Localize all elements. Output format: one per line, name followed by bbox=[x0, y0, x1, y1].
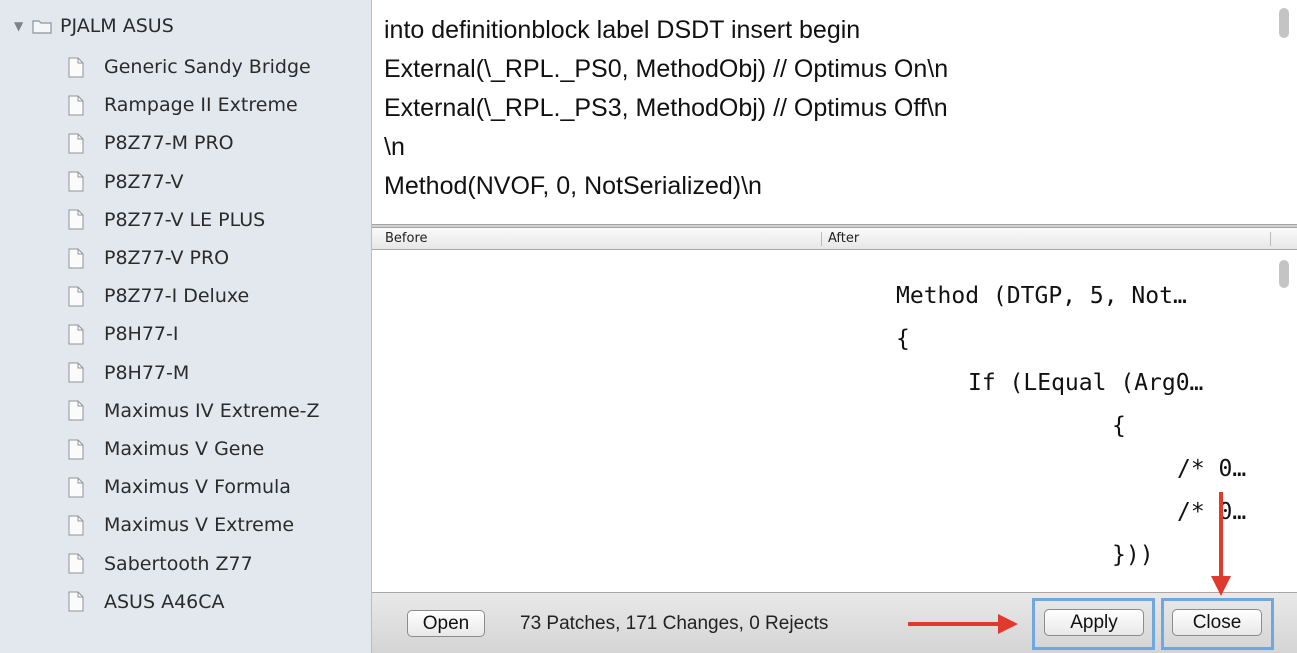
document-icon bbox=[68, 324, 84, 345]
sidebar-item[interactable]: P8Z77-M PRO bbox=[68, 128, 234, 158]
sidebar-item-label: Sabertooth Z77 bbox=[104, 552, 253, 575]
sidebar-item[interactable]: Maximus V Formula bbox=[68, 472, 291, 502]
group-row-pjalm-asus[interactable]: ▼ PJALM ASUS bbox=[14, 11, 174, 41]
document-icon bbox=[68, 515, 84, 536]
sidebar-item[interactable]: Maximus V Gene bbox=[68, 434, 264, 464]
patch-text-line: into definitionblock label DSDT insert b… bbox=[384, 16, 861, 44]
compare-view[interactable]: Method (DTGP, 5, Not… { If (LEqual (Arg0… {… bbox=[372, 250, 1297, 592]
group-label: PJALM ASUS bbox=[60, 15, 174, 37]
after-pane[interactable]: Method (DTGP, 5, Not… { If (LEqual (Arg0… {… bbox=[822, 250, 1282, 592]
before-column-header[interactable]: Before bbox=[385, 231, 428, 246]
sidebar-item-label: P8H77-M bbox=[104, 361, 190, 384]
patch-status-text: 73 Patches, 171 Changes, 0 Rejects bbox=[520, 613, 829, 634]
sidebar-item-label: P8Z77-M PRO bbox=[104, 132, 234, 155]
sidebar-item-label: P8Z77-I Deluxe bbox=[104, 285, 250, 308]
before-pane[interactable] bbox=[372, 250, 822, 592]
sidebar-item-label: P8Z77-V LE PLUS bbox=[104, 208, 266, 231]
compare-scrollbar[interactable] bbox=[1279, 260, 1289, 288]
sidebar-item[interactable]: Maximus V Extreme bbox=[68, 510, 294, 540]
after-code-line: If (LEqual (Arg0… bbox=[968, 370, 1204, 396]
after-code-line: /* 0… bbox=[1177, 499, 1247, 525]
patch-text-line: \n bbox=[384, 133, 405, 161]
document-icon bbox=[68, 439, 84, 459]
column-separator bbox=[1270, 232, 1271, 246]
sidebar-item-label: Generic Sandy Bridge bbox=[104, 56, 311, 78]
folder-icon bbox=[32, 19, 52, 34]
sidebar-item[interactable]: Sabertooth Z77 bbox=[68, 549, 253, 579]
after-code-line: Method (DTGP, 5, Not… bbox=[896, 283, 1187, 309]
document-icon bbox=[68, 57, 84, 77]
sidebar-item[interactable]: Rampage II Extreme bbox=[68, 90, 298, 120]
compare-header: Before After bbox=[372, 228, 1297, 250]
sidebar-item[interactable]: P8Z77-V PRO bbox=[68, 243, 229, 273]
close-button[interactable]: Close bbox=[1172, 609, 1262, 636]
document-icon bbox=[68, 209, 84, 230]
sidebar-item[interactable]: Generic Sandy Bridge bbox=[68, 52, 311, 82]
document-icon bbox=[68, 286, 84, 307]
sidebar-item-label: Maximus V Extreme bbox=[104, 514, 295, 537]
sidebar-item-label: P8Z77-V PRO bbox=[104, 247, 230, 269]
sidebar-item-label: Rampage II Extreme bbox=[104, 94, 298, 117]
sidebar-item-label: ASUS A46CA bbox=[104, 590, 225, 613]
sidebar-item[interactable]: P8Z77-V bbox=[68, 167, 183, 197]
patch-text-line: Method(NVOF, 0, NotSerialized)\n bbox=[384, 172, 762, 200]
column-separator bbox=[821, 232, 822, 246]
apply-button[interactable]: Apply bbox=[1044, 609, 1144, 636]
sidebar-item[interactable]: ASUS A46CA bbox=[68, 587, 225, 617]
document-icon bbox=[68, 591, 84, 612]
document-icon bbox=[68, 133, 84, 154]
patch-text-scrollbar[interactable] bbox=[1279, 8, 1289, 38]
sidebar-item-label: Maximus V Formula bbox=[104, 476, 291, 499]
after-code-line: { bbox=[1112, 413, 1126, 439]
sidebar-item-label: Maximus V Gene bbox=[104, 438, 265, 460]
open-button[interactable]: Open bbox=[407, 610, 485, 637]
after-code-line: /* 0… bbox=[1177, 456, 1247, 482]
disclosure-triangle-icon[interactable]: ▼ bbox=[14, 19, 28, 33]
sidebar-item[interactable]: P8Z77-V LE PLUS bbox=[68, 205, 265, 235]
sidebar-item-label: Maximus IV Extreme-Z bbox=[104, 399, 320, 422]
document-icon bbox=[68, 248, 84, 268]
patch-text-view[interactable]: into definitionblock label DSDT insert b… bbox=[372, 0, 1297, 225]
patch-text-line: External(\_RPL._PS3, MethodObj) // Optim… bbox=[384, 94, 948, 122]
document-icon bbox=[68, 400, 84, 421]
document-icon bbox=[68, 95, 84, 116]
document-icon bbox=[68, 553, 84, 574]
document-icon bbox=[68, 477, 84, 498]
sidebar-item[interactable]: P8H77-M bbox=[68, 358, 189, 388]
sidebar-item-label: P8H77-I bbox=[104, 323, 179, 346]
document-icon bbox=[68, 362, 84, 383]
patch-text-line: External(\_RPL._PS0, MethodObj) // Optim… bbox=[384, 55, 949, 83]
sidebar-item[interactable]: P8Z77-I Deluxe bbox=[68, 281, 249, 311]
bottom-bar: Open 73 Patches, 171 Changes, 0 Rejects … bbox=[372, 592, 1297, 653]
patch-list-sidebar: ▼ PJALM ASUS Generic Sandy Bridge Rampage… bbox=[0, 0, 372, 653]
sidebar-item[interactable]: P8H77-I bbox=[68, 319, 178, 349]
after-code-line: { bbox=[896, 326, 910, 352]
sidebar-item-label: P8Z77-V bbox=[104, 170, 184, 193]
after-column-header[interactable]: After bbox=[828, 231, 859, 246]
after-code-line: })) bbox=[1112, 542, 1154, 568]
sidebar-item[interactable]: Maximus IV Extreme-Z bbox=[68, 396, 320, 426]
document-icon bbox=[68, 171, 84, 192]
